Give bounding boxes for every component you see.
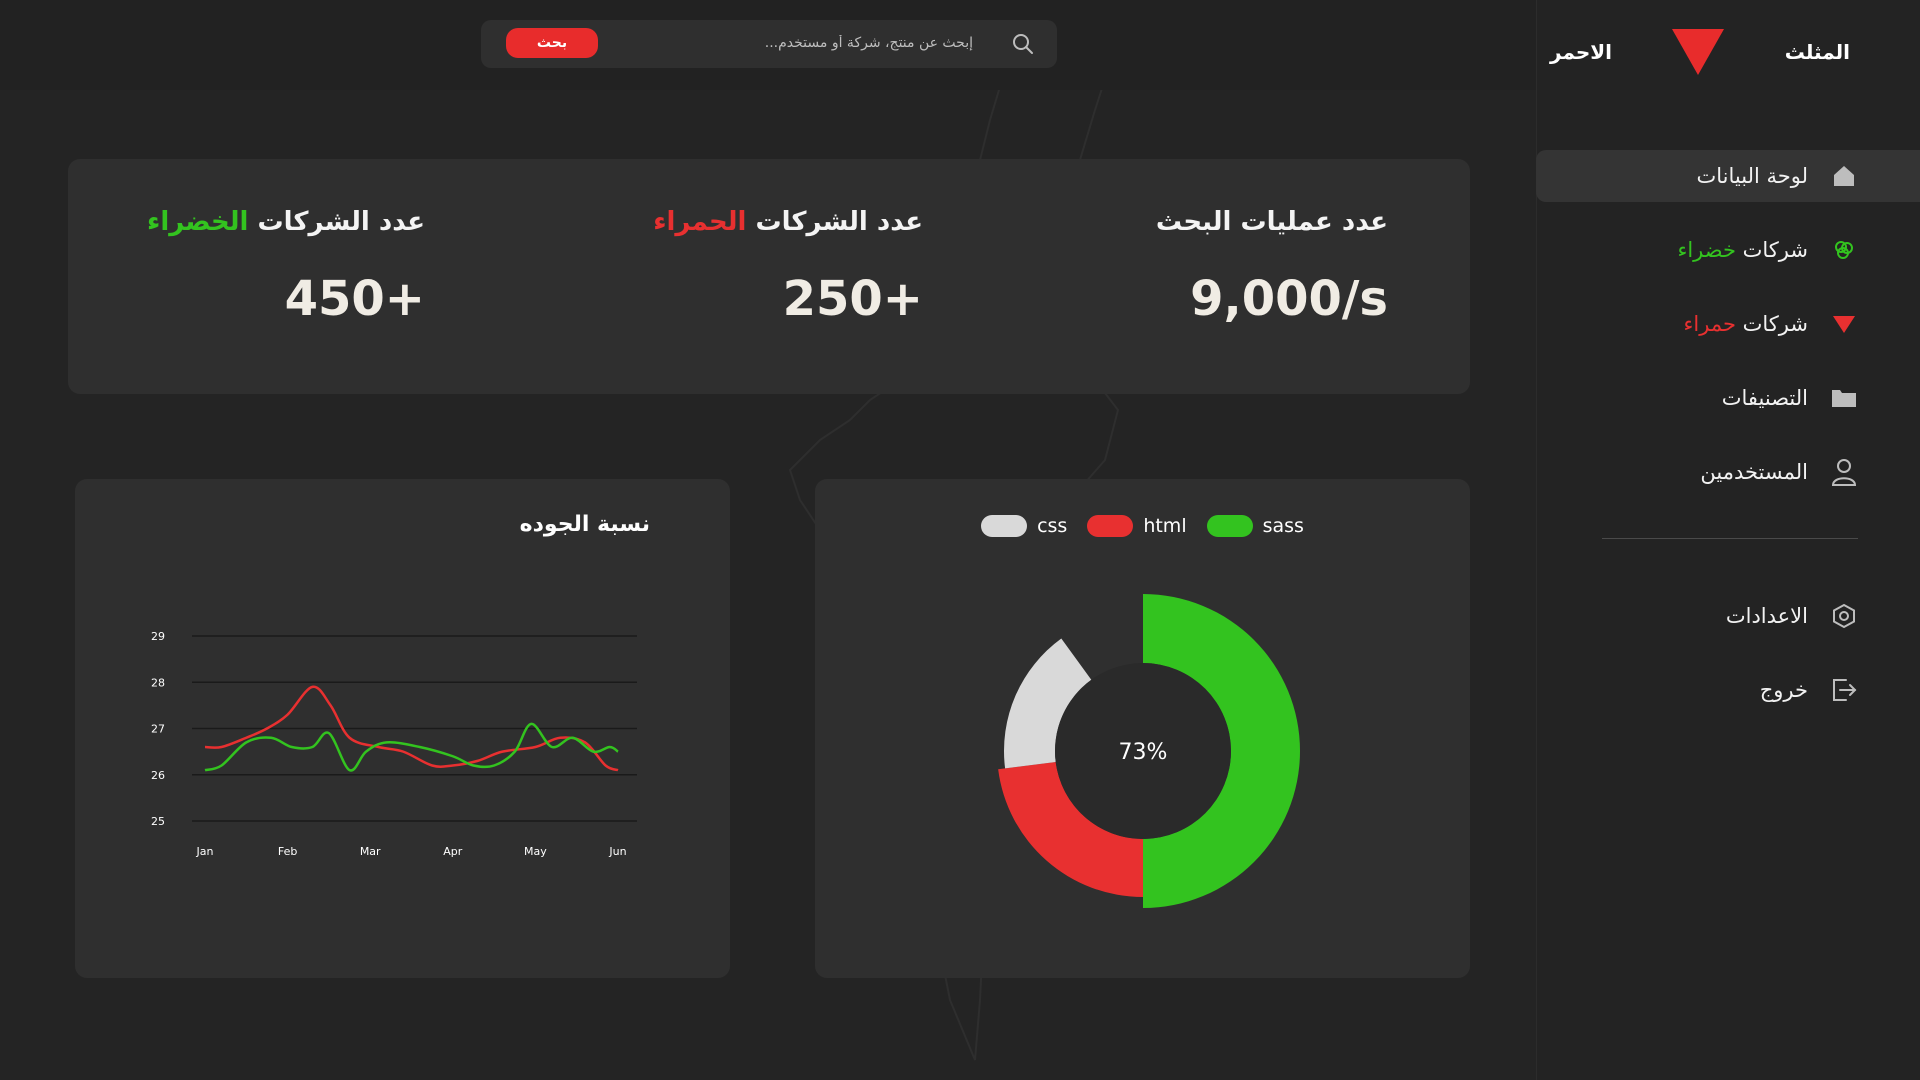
folder-icon — [1830, 384, 1858, 412]
sidebar-item-green-companies[interactable]: شركات خضراء — [1536, 224, 1920, 276]
sidebar-item-red-companies[interactable]: شركات حمراء — [1536, 298, 1920, 350]
sidebar-bottom-nav: الاعدادات خروج — [1536, 590, 1920, 738]
stat-title: عدد الشركات الحمراء — [653, 207, 923, 237]
y-tick-label: 26 — [151, 769, 165, 782]
home-icon — [1830, 162, 1858, 190]
x-tick-label: May — [524, 845, 547, 858]
user-icon — [1830, 458, 1858, 486]
brand-word-left: الاحمر — [1550, 40, 1613, 64]
stat-value: 450+ — [284, 271, 425, 327]
search-box: بحث — [481, 20, 1057, 68]
sidebar-item-label: المستخدمين — [1700, 460, 1808, 484]
red-triangle-icon — [1830, 310, 1858, 338]
y-tick-label: 28 — [151, 676, 165, 689]
stat-value: 9,000/s — [1190, 271, 1388, 327]
top-bar: بحث — [0, 0, 1536, 90]
brand-word-right: المثلث — [1784, 40, 1850, 64]
stat-green-companies: عدد الشركات الخضراء 450+ — [147, 207, 425, 327]
search-icon[interactable] — [1011, 32, 1035, 56]
quality-chart-card: نسبة الجوده 25 26 27 28 29 Jan Feb Mar Apr May Jun — [75, 479, 730, 978]
search-button[interactable]: بحث — [506, 28, 598, 58]
x-tick-label: Feb — [278, 845, 297, 858]
stat-title: عدد الشركات الخضراء — [147, 207, 425, 237]
gear-icon — [1830, 602, 1858, 630]
line-chart: 25 26 27 28 29 Jan Feb Mar Apr May Jun — [151, 630, 637, 858]
stat-searches: عدد عمليات البحث 9,000/s — [1156, 207, 1388, 327]
stats-card: عدد عمليات البحث 9,000/s عدد الشركات الح… — [68, 159, 1470, 394]
brand[interactable]: المثلث الاحمر — [1550, 22, 1850, 82]
logout-icon — [1830, 676, 1858, 704]
x-tick-label: Jan — [196, 845, 214, 858]
y-tick-label: 29 — [151, 630, 165, 643]
y-tick-label: 25 — [151, 815, 165, 828]
stat-title: عدد عمليات البحث — [1155, 207, 1388, 237]
sidebar-item-label: الاعدادات — [1725, 604, 1808, 628]
red-triangle-logo-icon — [1672, 29, 1725, 75]
leaf-icon — [1830, 236, 1858, 264]
donut-chart: 73% — [998, 594, 1300, 908]
sidebar-item-label: لوحة البيانات — [1696, 164, 1808, 188]
stat-value: 250+ — [782, 271, 923, 327]
series-line-1 — [204, 722, 619, 772]
sidebar-divider — [1602, 538, 1858, 539]
sidebar-item-dashboard[interactable]: لوحة البيانات — [1536, 150, 1920, 202]
sidebar-item-users[interactable]: المستخدمين — [1536, 446, 1920, 498]
sidebar: المثلث الاحمر لوحة البيانات شركات خضراء … — [1536, 0, 1920, 1080]
sidebar-item-label: شركات حمراء — [1683, 312, 1808, 336]
sidebar-item-settings[interactable]: الاعدادات — [1536, 590, 1920, 642]
x-tick-label: Mar — [360, 845, 381, 858]
x-tick-label: Apr — [443, 845, 463, 858]
search-input[interactable] — [621, 28, 973, 58]
x-tick-label: Jun — [608, 845, 626, 858]
sidebar-item-label: خروج — [1759, 678, 1808, 702]
sidebar-item-label: التصنيفات — [1721, 386, 1808, 410]
distribution-chart-card: css html sass 73% — [815, 479, 1470, 978]
sidebar-item-logout[interactable]: خروج — [1536, 664, 1920, 716]
sidebar-item-label: شركات خضراء — [1677, 238, 1808, 262]
sidebar-nav: لوحة البيانات شركات خضراء شركات حمراء ال… — [1536, 150, 1920, 520]
donut-center-label: 73% — [1119, 740, 1168, 765]
sidebar-item-categories[interactable]: التصنيفات — [1536, 372, 1920, 424]
y-tick-label: 27 — [151, 723, 165, 736]
stat-red-companies: عدد الشركات الحمراء 250+ — [653, 207, 923, 327]
